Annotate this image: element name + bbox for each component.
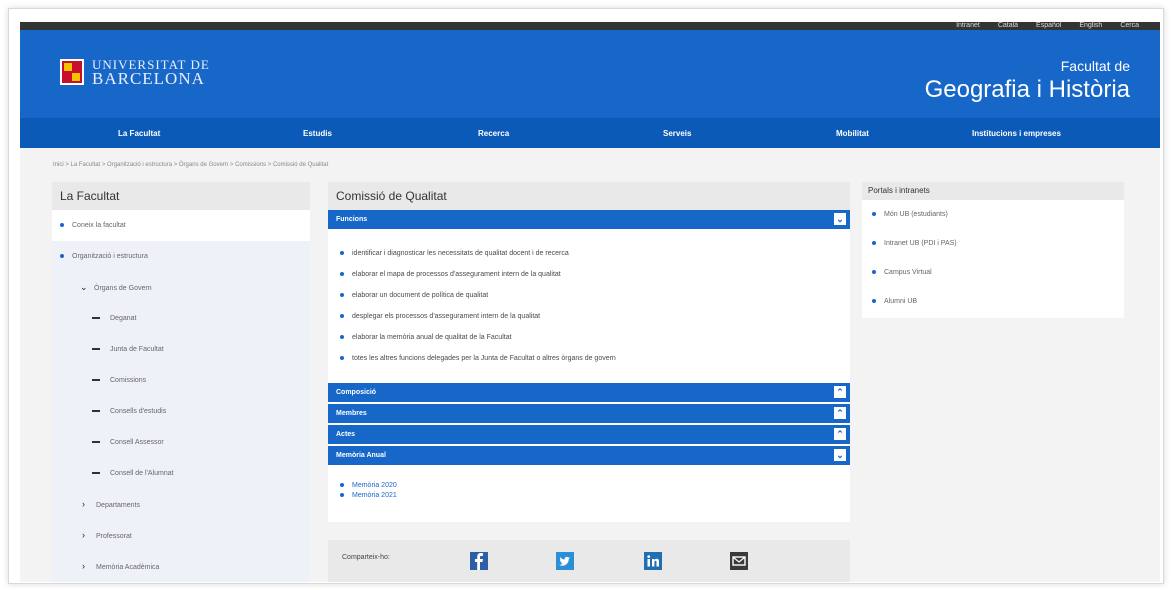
chevron-right-icon: › <box>82 499 85 509</box>
bullet-icon <box>872 212 876 217</box>
sidebar-item[interactable]: Consell de l'Alumnat <box>52 458 310 489</box>
bullet-icon <box>340 293 344 298</box>
bullet-icon <box>340 335 344 340</box>
share-bar: Comparteix-ho: <box>328 540 850 582</box>
main-content: Comissió de Qualitat Funcions ⌄ identifi… <box>328 182 850 522</box>
chevron-down-icon: ⌄ <box>834 449 846 461</box>
bullet-icon <box>340 493 344 498</box>
university-logo[interactable]: UNIVERSITAT DE BARCELONA <box>60 58 210 88</box>
faculty-title: Facultat de Geografia i Història <box>925 58 1130 104</box>
facebook-icon[interactable] <box>470 552 488 570</box>
chevron-right-icon: › <box>82 561 85 571</box>
bullet-icon <box>340 314 344 319</box>
email-icon[interactable] <box>730 552 748 570</box>
sidebar-item[interactable]: › Departaments <box>52 489 310 520</box>
nav-item-institucions[interactable]: Institucions i empreses <box>972 129 1061 138</box>
top-link-cerca[interactable]: Cerca <box>1120 22 1139 30</box>
page-title: Comissió de Qualitat <box>328 182 850 210</box>
bullet-icon <box>60 254 64 259</box>
bullet-icon <box>340 272 344 277</box>
logo-line2: BARCELONA <box>92 69 205 88</box>
funcions-list: identificar i diagnosticar les necessita… <box>328 231 850 373</box>
dash-icon <box>92 441 100 444</box>
list-item: desplegar els processos d'assegurament i… <box>340 310 850 331</box>
faculty-title-line1: Facultat de <box>1060 58 1130 74</box>
twitter-icon[interactable] <box>556 552 574 570</box>
university-shield-icon <box>60 59 84 85</box>
top-link-intranet[interactable]: Intranet <box>956 22 980 30</box>
portal-link[interactable]: Alumni UB <box>862 287 1124 316</box>
dash-icon <box>92 348 100 351</box>
list-item: totes les altres funcions delegades per … <box>340 352 850 373</box>
bullet-icon <box>60 223 64 228</box>
memories-list: Memòria 2020 Memòria 2021 <box>328 467 850 501</box>
top-links: Intranet Català Español English Cerca <box>956 22 1139 30</box>
site-header: UNIVERSITAT DE BARCELONA Facultat de Geo… <box>20 30 1160 118</box>
chevron-up-icon: ⌃ <box>834 386 846 398</box>
list-item: identificar i diagnosticar les necessita… <box>340 247 850 268</box>
chevron-down-icon: ⌄ <box>834 213 846 225</box>
accordion-funcions[interactable]: Funcions ⌄ <box>328 210 850 231</box>
list-item: elaborar un document de política de qual… <box>340 289 850 310</box>
nav-item-serveis[interactable]: Serveis <box>663 129 691 138</box>
chevron-up-icon: ⌃ <box>834 428 846 440</box>
sidebar-item[interactable]: Conеix la facultat <box>52 210 310 241</box>
chevron-right-icon: › <box>82 530 85 540</box>
memoria-link[interactable]: Memòria 2020 <box>340 481 850 491</box>
chevron-down-icon: ⌄ <box>80 282 88 292</box>
sidebar-title: La Facultat <box>52 182 310 210</box>
top-link-english[interactable]: English <box>1079 22 1102 30</box>
bullet-icon <box>872 241 876 246</box>
list-item: elaborar la memòria anual de qualitat de… <box>340 331 850 352</box>
nav-item-estudis[interactable]: Estudis <box>303 129 332 138</box>
sidebar: La Facultat Conеix la facultat Organitza… <box>52 182 310 582</box>
dash-icon <box>92 410 100 413</box>
nav-item-la-facultat[interactable]: La Facultat <box>118 129 160 138</box>
faculty-title-line2: Geografia i Història <box>924 76 1130 103</box>
bullet-icon <box>340 251 344 256</box>
sidebar-item[interactable]: ⌄ Òrgans de Govern <box>52 272 310 303</box>
sidebar-item[interactable]: Organització i estructura <box>52 241 310 272</box>
chevron-up-icon: ⌃ <box>834 407 846 419</box>
dash-icon <box>92 379 100 382</box>
bullet-icon <box>340 356 344 361</box>
bullet-icon <box>872 270 876 275</box>
bullet-icon <box>872 299 876 304</box>
linkedin-icon[interactable] <box>644 552 662 570</box>
portals-title: Portals i intranets <box>862 182 1124 200</box>
accordion-memoria-anual[interactable]: Memòria Anual ⌄ <box>328 446 850 467</box>
portal-link[interactable]: Campus Virtual <box>862 258 1124 287</box>
bullet-icon <box>340 483 344 488</box>
portal-link[interactable]: Món UB (estudiants) <box>862 200 1124 229</box>
dash-icon <box>92 472 100 475</box>
top-link-espanol[interactable]: Español <box>1036 22 1061 30</box>
sidebar-item[interactable]: › Professorat <box>52 520 310 551</box>
dash-icon <box>92 317 100 320</box>
breadcrumb[interactable]: Inici > La Facultat > Organització i est… <box>53 162 328 168</box>
nav-item-recerca[interactable]: Recerca <box>478 129 509 138</box>
top-link-catala[interactable]: Català <box>998 22 1018 30</box>
sidebar-item[interactable]: Junta de Facultat <box>52 334 310 365</box>
accordion-membres[interactable]: Membres ⌃ <box>328 404 850 425</box>
list-item: elaborar el mapa de processos d'assegura… <box>340 268 850 289</box>
memoria-link[interactable]: Memòria 2021 <box>340 491 850 501</box>
sidebar-item[interactable]: Consell Assessor <box>52 427 310 458</box>
accordion-composicio[interactable]: Composició ⌃ <box>328 383 850 404</box>
sidebar-item[interactable]: › Memòria Acadèmica <box>52 551 310 582</box>
sidebar-item[interactable]: Comissions <box>52 365 310 396</box>
share-label: Comparteix-ho: <box>342 554 390 561</box>
sidebar-item[interactable]: Consells d'estudis <box>52 396 310 427</box>
portal-link[interactable]: Intranet UB (PDI i PAS) <box>862 229 1124 258</box>
portals-panel: Portals i intranets Món UB (estudiants) … <box>862 182 1124 318</box>
sidebar-item[interactable]: Deganat <box>52 303 310 334</box>
main-nav: La Facultat Estudis Recerca Serveis Mobi… <box>20 118 1160 148</box>
nav-item-mobilitat[interactable]: Mobilitat <box>836 129 869 138</box>
accordion-actes[interactable]: Actes ⌃ <box>328 425 850 446</box>
